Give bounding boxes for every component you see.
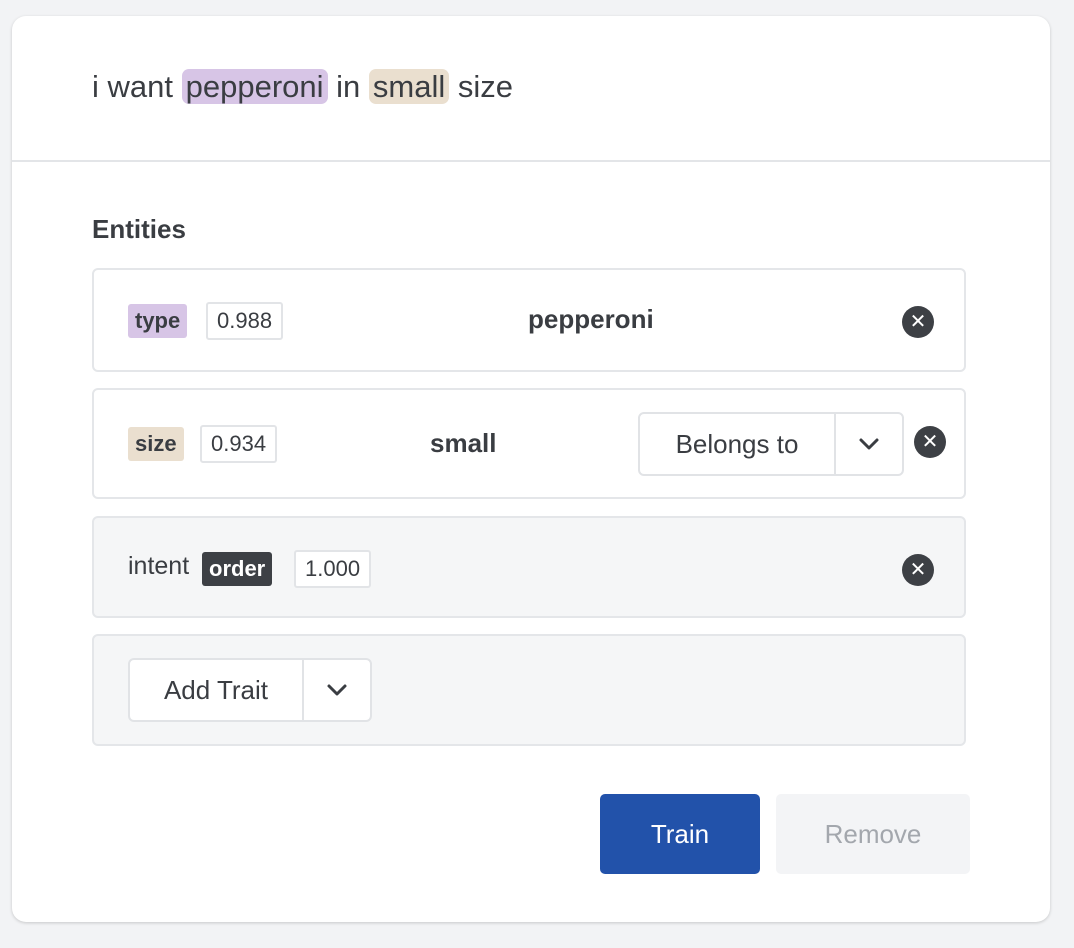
confidence-value: 0.988 xyxy=(206,302,284,340)
section-title: Entities xyxy=(92,214,186,244)
intent-tag: order xyxy=(202,552,273,586)
close-icon[interactable]: ✕ xyxy=(902,306,934,338)
divider xyxy=(12,160,1050,162)
intent-row: intent order 1.000 ✕ xyxy=(92,516,966,618)
relation-dropdown-label[interactable]: Belongs to xyxy=(640,414,836,474)
entity-row-size: size 0.934 small Belongs to ✕ xyxy=(92,388,966,499)
entity-row-type: type 0.988 pepperoni ✕ xyxy=(92,268,966,372)
add-trait-dropdown[interactable]: Add Trait xyxy=(128,658,372,722)
remove-button[interactable]: Remove xyxy=(776,794,970,874)
entity-card: i want pepperoni in small size Entities … xyxy=(12,16,1050,922)
highlight-type[interactable]: pepperoni xyxy=(181,69,328,104)
close-icon[interactable]: ✕ xyxy=(914,426,946,458)
chevron-down-icon[interactable] xyxy=(304,660,370,720)
entity-tag: size xyxy=(128,427,184,461)
utterance-part: i want xyxy=(92,69,182,104)
chevron-down-icon[interactable] xyxy=(836,414,902,474)
add-trait-label[interactable]: Add Trait xyxy=(130,660,304,720)
entity-value: small xyxy=(430,428,497,458)
train-button[interactable]: Train xyxy=(600,794,760,874)
add-trait-row: Add Trait xyxy=(92,634,966,746)
confidence-value: 0.934 xyxy=(200,425,278,463)
entity-value: pepperoni xyxy=(528,304,654,334)
utterance-part: size xyxy=(449,69,513,104)
entity-tag: type xyxy=(128,304,188,338)
utterance-text: i want pepperoni in small size xyxy=(92,66,513,108)
highlight-size[interactable]: small xyxy=(368,69,450,104)
intent-label: intent xyxy=(128,552,190,580)
confidence-value: 1.000 xyxy=(294,550,372,588)
utterance-part: in xyxy=(327,69,369,104)
relation-dropdown[interactable]: Belongs to xyxy=(638,412,904,476)
close-icon[interactable]: ✕ xyxy=(902,554,934,586)
